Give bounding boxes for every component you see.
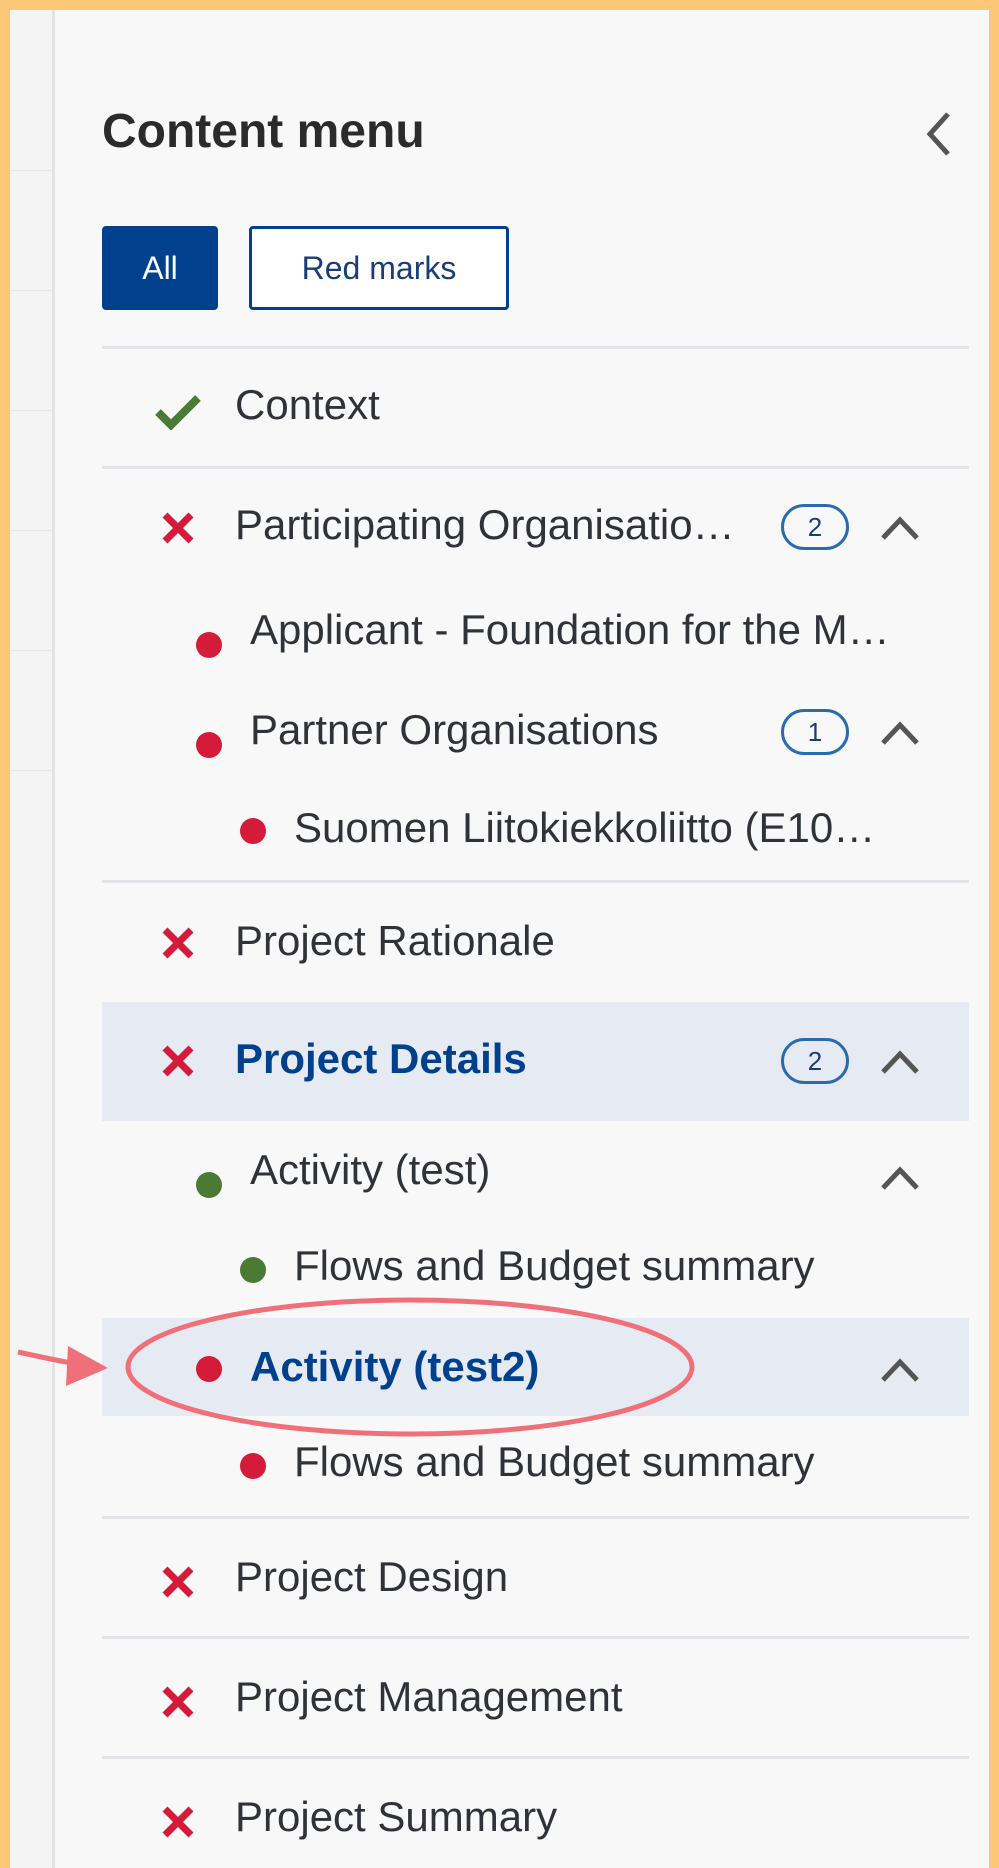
count-badge: 2	[781, 1038, 849, 1084]
error-x-icon	[162, 1806, 194, 1838]
divider	[102, 1516, 969, 1519]
menu-item-label: Context	[235, 381, 380, 428]
menu-item-label: Project Design	[235, 1553, 509, 1600]
red-status-dot-icon	[240, 818, 266, 844]
menu-item-label: Activity (test2)	[250, 1343, 540, 1390]
menu-item-flows-budget-summary[interactable]: Flows and Budget summary	[102, 1222, 969, 1312]
count-badge: 2	[781, 504, 849, 550]
menu-item-label: Project Management	[235, 1673, 623, 1720]
checkmark-icon	[155, 395, 201, 430]
divider	[102, 1756, 969, 1759]
error-x-icon	[162, 512, 194, 544]
content-menu-title: Content menu	[102, 105, 425, 158]
menu-item-label: Suomen Liitokiekkoliitto (E10…	[294, 804, 876, 851]
menu-item-suomen-liitokiekkoliitto[interactable]: Suomen Liitokiekkoliitto (E10…	[102, 786, 969, 876]
menu-item-project-design[interactable]: Project Design	[102, 1520, 969, 1634]
divider	[102, 346, 969, 349]
chevron-up-icon[interactable]	[879, 1048, 921, 1076]
menu-item-activity-test2[interactable]: Activity (test2)	[102, 1318, 969, 1416]
divider	[102, 880, 969, 883]
menu-item-partner-organisations[interactable]: Partner Organisations 1	[102, 686, 969, 782]
filter-red-marks-button[interactable]: Red marks	[249, 226, 509, 310]
collapse-menu-button[interactable]	[918, 108, 962, 160]
menu-item-label: Participating Organisatio…	[235, 501, 735, 548]
chevron-left-icon	[926, 112, 950, 156]
menu-item-applicant[interactable]: Applicant - Foundation for the M…	[102, 586, 969, 676]
chevron-up-icon[interactable]	[879, 719, 921, 747]
page-background-strip	[10, 10, 55, 1868]
error-x-icon	[162, 1566, 194, 1598]
divider	[102, 1636, 969, 1639]
menu-item-label: Flows and Budget summary	[294, 1438, 815, 1485]
count-badge: 1	[781, 709, 849, 755]
menu-item-project-summary[interactable]: Project Summary	[102, 1760, 969, 1868]
menu-item-flows-budget-summary[interactable]: Flows and Budget summary	[102, 1420, 969, 1512]
chevron-up-icon[interactable]	[879, 1356, 921, 1384]
menu-item-label: Project Details	[235, 1035, 527, 1082]
menu-item-label: Applicant - Foundation for the M…	[250, 606, 890, 653]
menu-item-activity-test[interactable]: Activity (test)	[102, 1124, 969, 1214]
divider	[102, 466, 969, 469]
red-status-dot-icon	[196, 1356, 222, 1382]
error-x-icon	[162, 1045, 194, 1077]
menu-item-label: Project Rationale	[235, 917, 555, 964]
menu-item-label: Project Summary	[235, 1793, 558, 1840]
chevron-up-icon[interactable]	[879, 1164, 921, 1192]
menu-item-label: Flows and Budget summary	[294, 1242, 815, 1289]
menu-item-label: Partner Organisations	[250, 706, 659, 753]
filter-all-button[interactable]: All	[102, 226, 218, 310]
menu-item-context[interactable]: Context	[102, 350, 969, 466]
green-status-dot-icon	[240, 1257, 266, 1283]
red-status-dot-icon	[240, 1453, 266, 1479]
menu-item-participating-organisations[interactable]: Participating Organisatio… 2	[102, 470, 969, 584]
error-x-icon	[162, 1686, 194, 1718]
red-status-dot-icon	[196, 632, 222, 658]
green-status-dot-icon	[196, 1172, 222, 1198]
menu-item-project-details[interactable]: Project Details 2	[102, 1002, 969, 1121]
menu-item-project-rationale[interactable]: Project Rationale	[102, 884, 969, 1000]
chevron-up-icon[interactable]	[879, 514, 921, 542]
error-x-icon	[162, 927, 194, 959]
menu-item-label: Activity (test)	[250, 1146, 491, 1193]
menu-item-project-management[interactable]: Project Management	[102, 1640, 969, 1754]
red-status-dot-icon	[196, 732, 222, 758]
